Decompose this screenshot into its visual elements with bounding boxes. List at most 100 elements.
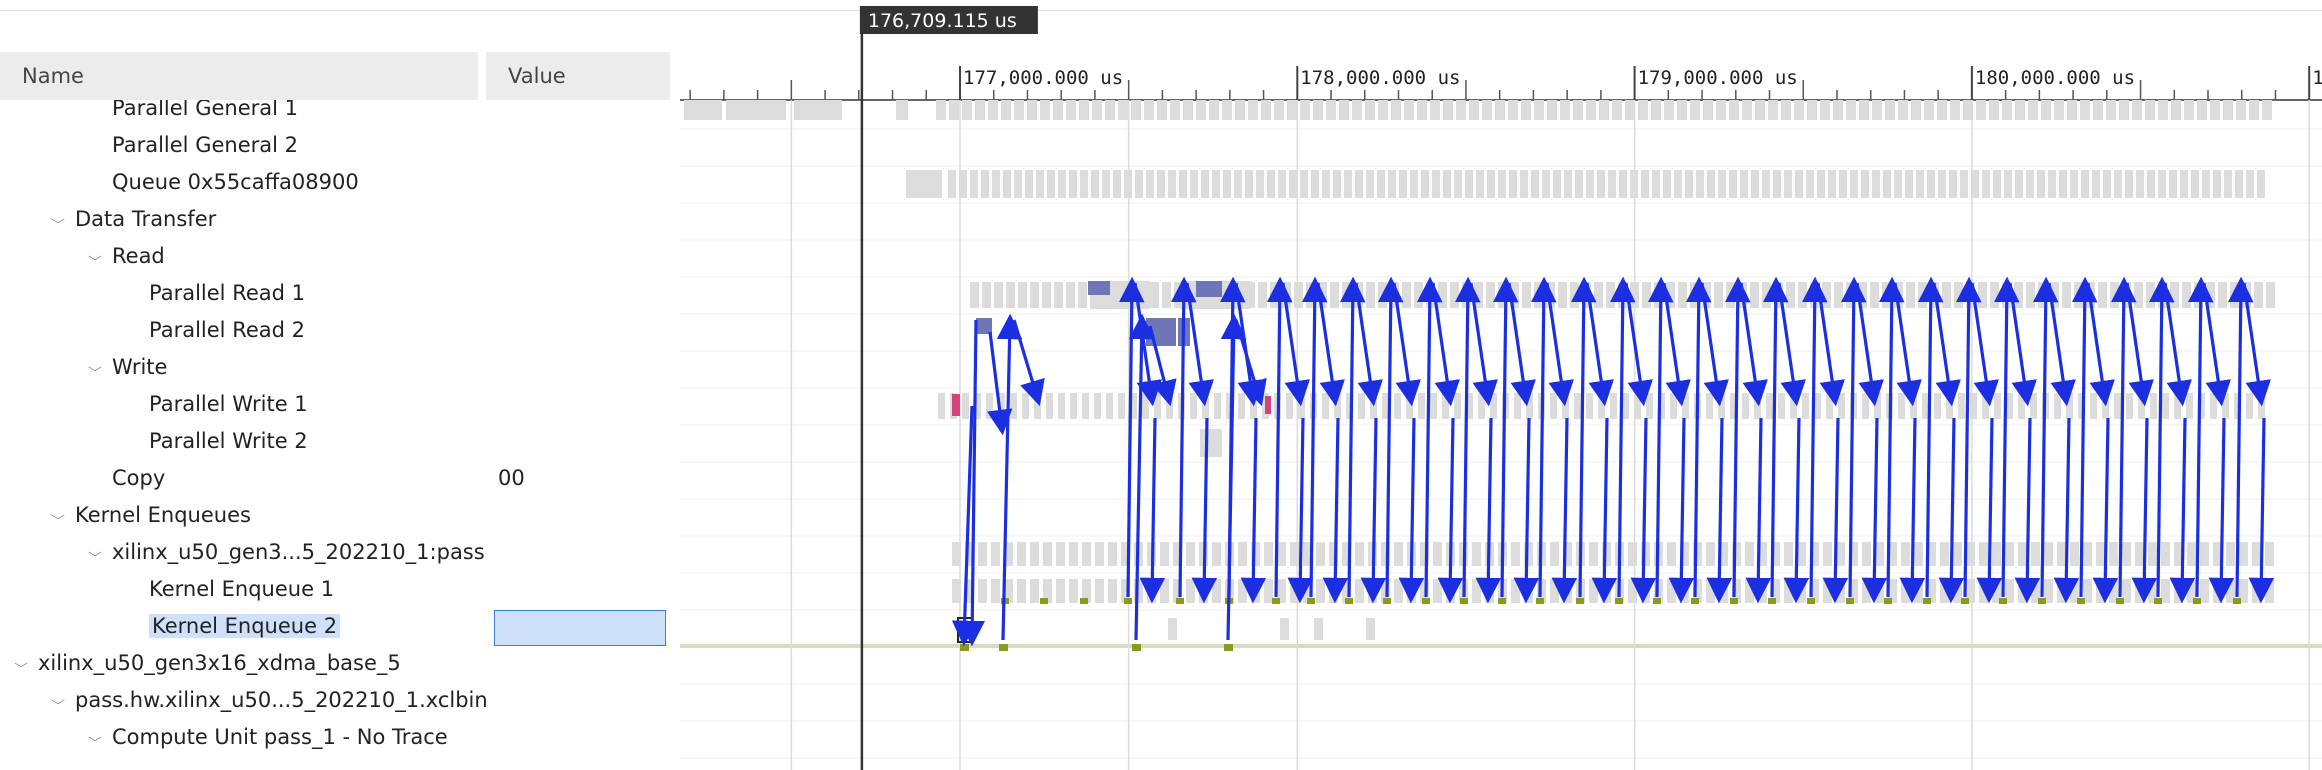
event-block [1043, 542, 1052, 566]
event-block [1036, 170, 1044, 198]
event-block [2126, 393, 2133, 419]
event-block [1870, 282, 1879, 308]
chevron-down-icon[interactable]: ⌵ [88, 731, 108, 744]
event-block [1238, 393, 1245, 419]
chevron-down-icon[interactable]: ⌵ [88, 361, 108, 374]
chevron-down-icon[interactable]: ⌵ [51, 213, 71, 226]
event-block [1150, 282, 1159, 308]
event-block [1663, 170, 1671, 198]
event-block [1209, 100, 1219, 120]
enqueue-marker [2193, 598, 2201, 604]
chevron-down-icon[interactable]: ⌵ [88, 546, 108, 559]
event-block [1118, 100, 1128, 120]
event-block [1113, 170, 1121, 198]
event-block [1095, 542, 1104, 566]
event-block [1418, 393, 1425, 419]
selected-value-cell[interactable] [494, 610, 666, 646]
event-block [1745, 542, 1754, 566]
event-block [1990, 282, 1999, 308]
enqueue-marker [1422, 598, 1430, 604]
event-block [1678, 282, 1687, 308]
event-block [1355, 579, 1364, 603]
tree-row-write[interactable]: ⌵ Write [0, 351, 680, 388]
event-block [1014, 170, 1022, 198]
event-block [2239, 542, 2248, 566]
event-block [1898, 393, 1905, 419]
event-block [1976, 100, 1986, 120]
event-block [1664, 100, 1674, 120]
event-block [1794, 100, 1804, 120]
tree-row-parallel-general-1[interactable]: Parallel General 1 [0, 100, 680, 129]
event-block [1641, 170, 1649, 198]
chevron-down-icon[interactable]: ⌵ [14, 657, 34, 670]
enqueue-marker [1383, 598, 1391, 604]
tree-row-kernel-enqueue-2[interactable]: Kernel Enqueue 2 [0, 610, 680, 647]
event-block [896, 100, 908, 120]
event-block [1905, 170, 1913, 198]
tree-row-kernel-enqueue-1[interactable]: Kernel Enqueue 1 [0, 573, 680, 610]
enqueue-marker [1961, 598, 1969, 604]
event-block [1358, 393, 1365, 419]
event-block [1826, 393, 1833, 419]
event-block [2254, 282, 2263, 308]
chevron-down-icon[interactable]: ⌵ [51, 509, 71, 522]
event-block [2096, 542, 2105, 566]
enqueue-marker [1884, 598, 1892, 604]
tree-row-xilinx-u50-gen3x16-xdma-base-5[interactable]: ⌵ xilinx_u50_gen3x16_xdma_base_5 [0, 647, 680, 684]
event-block [1235, 100, 1245, 120]
event-block [1108, 542, 1117, 566]
event-block [1773, 170, 1781, 198]
tree-row-label: Read [112, 244, 165, 268]
tree-row-parallel-write-2[interactable]: Parallel Write 2 [0, 425, 680, 462]
enqueue-marker [1307, 598, 1315, 604]
event-block [1940, 579, 1949, 603]
event-block [1833, 100, 1843, 120]
event-block [1079, 100, 1089, 120]
tree-row-xilinx-u50-gen3-5-202210-1-pass[interactable]: ⌵ xilinx_u50_gen3...5_202210_1:pass [0, 536, 680, 573]
event-block [1914, 542, 1923, 566]
tree-row-parallel-read-1[interactable]: Parallel Read 1 [0, 277, 680, 314]
tree-row-label: Data Transfer [75, 207, 217, 231]
value-column-header[interactable]: Value [486, 52, 670, 100]
event-block [2015, 100, 2025, 120]
tree-row-queue-0x55caffa08900[interactable]: Queue 0x55caffa08900 [0, 166, 680, 203]
tree-row-parallel-write-1[interactable]: Parallel Write 1 [0, 388, 680, 425]
event-block [1248, 100, 1258, 120]
name-column-header[interactable]: Name [0, 52, 478, 100]
tree-row-kernel-enqueues[interactable]: ⌵ Kernel Enqueues [0, 499, 680, 536]
event-block [949, 100, 959, 120]
event-block [1992, 542, 2001, 566]
event-block [959, 170, 967, 198]
event-block [1859, 100, 1869, 120]
row-separators [680, 128, 2322, 759]
event-block [1196, 100, 1206, 120]
event-block [1091, 170, 1099, 198]
event-block [2224, 170, 2232, 198]
tree-row-copy[interactable]: Copy 00 [0, 462, 680, 499]
tree-row-read[interactable]: ⌵ Read [0, 240, 680, 277]
event-block [1030, 579, 1039, 603]
event-block [1570, 282, 1579, 308]
chevron-down-icon[interactable]: ⌵ [88, 250, 108, 263]
chevron-down-icon[interactable]: ⌵ [51, 694, 71, 707]
dependency-arrow [1513, 417, 1540, 604]
tree-row-compute-unit-pass-1-no-trace[interactable]: ⌵ Compute Unit pass_1 - No Trace [0, 721, 680, 758]
dependency-arrow [2131, 417, 2158, 604]
dependency-arrow [1591, 417, 1618, 604]
waveform-panel[interactable]: 177,000.000 us 178,000.000 us 179,000.000 … [680, 0, 2322, 770]
tree-row-parallel-read-2[interactable]: Parallel Read 2 [0, 314, 680, 351]
event-block [2018, 393, 2025, 419]
event-block [2148, 542, 2157, 566]
event-block [2062, 282, 2071, 308]
event-block [2014, 282, 2023, 308]
event-block [1511, 579, 1520, 603]
event-block [1179, 170, 1187, 198]
event-block [1862, 393, 1869, 419]
tree-row-parallel-general-2[interactable]: Parallel General 2 [0, 129, 680, 166]
event-block [1950, 100, 1960, 120]
event-block [2028, 100, 2038, 120]
event-block [1454, 170, 1462, 198]
tree-row-data-transfer[interactable]: ⌵ Data Transfer [0, 203, 680, 240]
event-block [1212, 579, 1221, 603]
tree-row-pass-hw-xilinx-u50-5-202210-1-xclbin[interactable]: ⌵ pass.hw.xilinx_u50...5_202210_1.xclbin [0, 684, 680, 721]
